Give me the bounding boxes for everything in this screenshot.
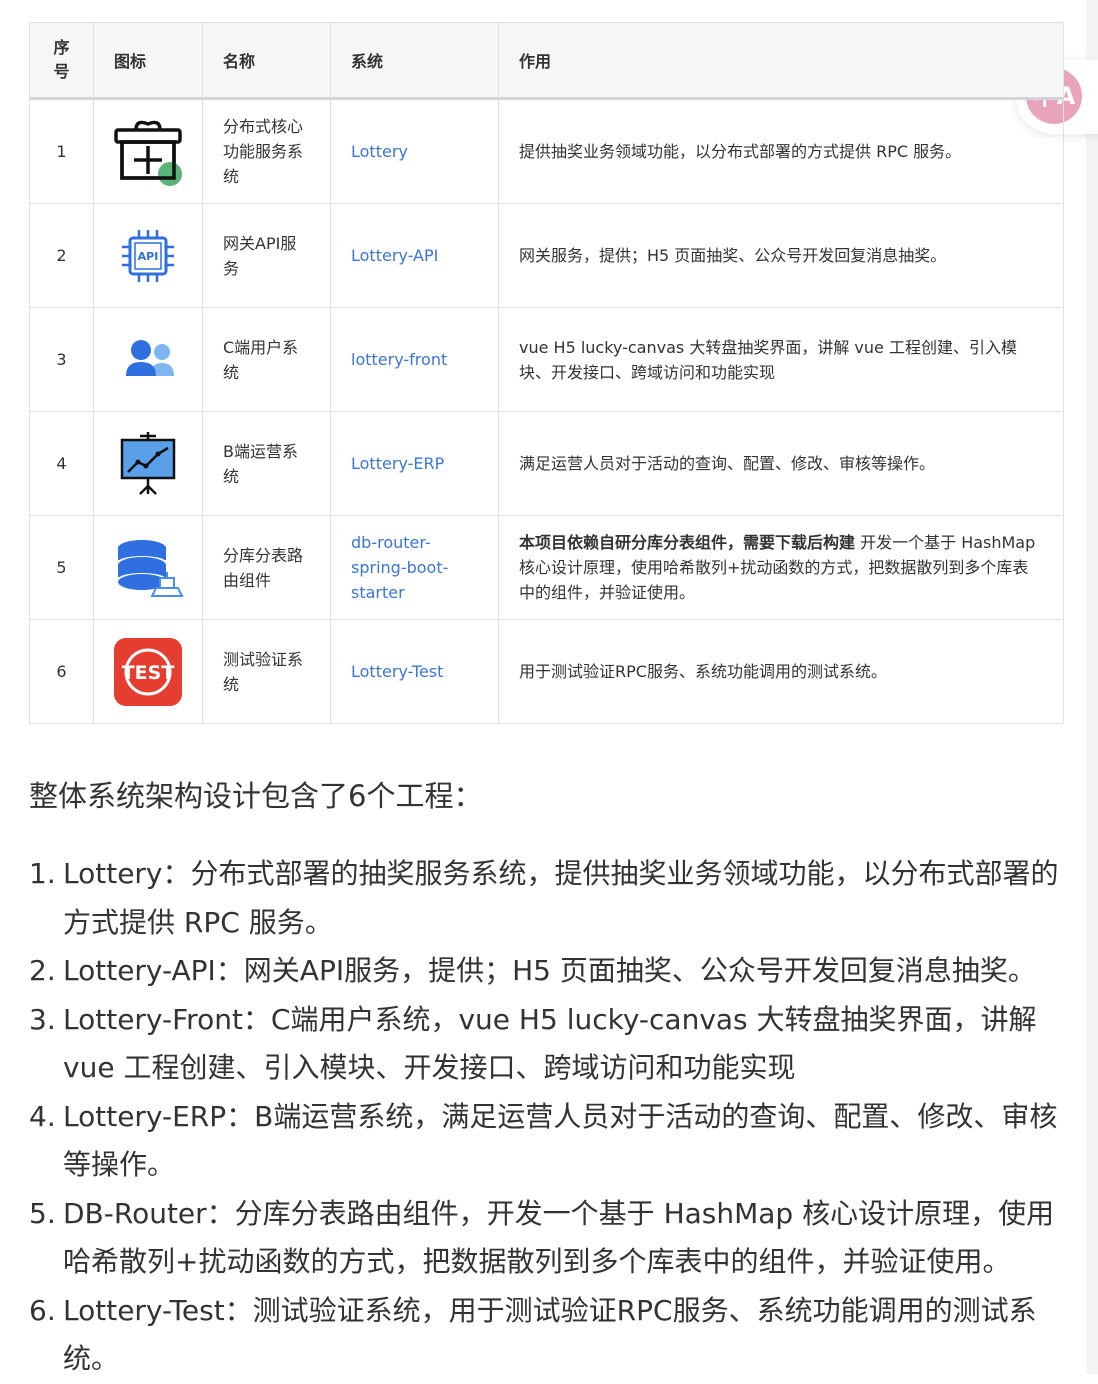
header-role: 作用 xyxy=(498,22,1064,100)
row-system-link[interactable]: Lottery-ERP xyxy=(330,411,499,516)
row-num: 3 xyxy=(29,307,94,412)
test-badge-icon: TEST xyxy=(114,637,182,706)
service-table: 序号 图标 名称 系统 作用 1 分布式核心功能服务系统 Lottery 提供抽… xyxy=(29,22,1064,724)
table-row: 6 TEST 测试验证系统 Lottery-Test 用于测试验证RPC服务、系… xyxy=(29,619,1064,724)
header-icon: 图标 xyxy=(93,22,203,100)
row-role: vue H5 lucky-canvas 大转盘抽奖界面，讲解 vue 工程创建、… xyxy=(498,307,1064,412)
test-badge-text: TEST xyxy=(122,662,175,684)
header-system: 系统 xyxy=(330,22,499,100)
api-chip-icon: API xyxy=(122,229,174,282)
row-name: 分库分表路由组件 xyxy=(202,515,331,620)
header-name: 名称 xyxy=(202,22,331,100)
header-num: 序号 xyxy=(29,22,94,100)
row-role: 本项目依赖自研分库分表组件，需要下载后构建 开发一个基于 HashMap 核心设… xyxy=(498,515,1064,620)
presentation-chart-icon xyxy=(120,431,176,495)
row-num: 6 xyxy=(29,619,94,724)
table-row: 3 C端用户系统 lottery-front vue H5 lucky-canv… xyxy=(29,307,1064,412)
page-edge xyxy=(1086,0,1098,1374)
row-system-link[interactable]: Lottery-API xyxy=(330,203,499,308)
intro-text: 整体系统架构设计包含了6个工程： xyxy=(29,779,483,813)
table-row: 2 API 网关API服务 Lottery-API 网关服务，提供；H5 页面抽… xyxy=(29,203,1064,308)
table-row: 1 分布式核心功能服务系统 Lottery 提供抽奖业务领域功能，以分布式部署的… xyxy=(29,98,1064,204)
row-role: 网关服务，提供；H5 页面抽奖、公众号开发回复消息抽奖。 xyxy=(498,203,1064,308)
row-num: 4 xyxy=(29,411,94,516)
list-item: 5. DB-Router：分库分表路由组件，开发一个基于 HashMap 核心设计… xyxy=(29,1196,1055,1279)
list-item: 4. Lottery-ERP：B端运营系统，满足运营人员对于活动的查询、配置、修改… xyxy=(29,1099,1058,1182)
table-row: 4 B端运营系统 Lottery-ERP 满足运营人员对于活动的查询、配置、修改… xyxy=(29,411,1064,516)
row-name: 网关API服务 xyxy=(202,203,331,308)
row-system-link[interactable]: Lottery xyxy=(330,98,499,204)
row-system-link[interactable]: db-router-spring-boot-starter xyxy=(330,515,499,620)
list-item: 6. Lottery-Test：测试验证系统，用于测试验证RPC服务、系统功能调用… xyxy=(29,1293,1037,1376)
database-icon xyxy=(118,539,184,597)
row-name: 分布式核心功能服务系统 xyxy=(202,98,331,204)
row-name: B端运营系统 xyxy=(202,411,331,516)
project-list: 1. Lottery：分布式部署的抽奖服务系统，提供抽奖业务领域功能，以分布式部署… xyxy=(29,850,1069,1384)
row-role: 满足运营人员对于活动的查询、配置、修改、审核等操作。 xyxy=(498,411,1064,516)
users-icon xyxy=(126,339,174,376)
row-name: 测试验证系统 xyxy=(202,619,331,724)
svg-text:API: API xyxy=(138,250,159,263)
row-num: 2 xyxy=(29,203,94,308)
row-num: 5 xyxy=(29,515,94,620)
table-row: 5 分库分表路由组件 db-router-spring-boot-starter xyxy=(29,515,1064,620)
row-system-link[interactable]: lottery-front xyxy=(330,307,499,412)
list-item: 2. Lottery-API：网关API服务，提供；H5 页面抽奖、公众号开发回复… xyxy=(29,954,1036,987)
row-name: C端用户系统 xyxy=(202,307,331,412)
gift-icon xyxy=(114,120,182,186)
role-bold-note: 本项目依赖自研分库分表组件，需要下载后构建 xyxy=(519,533,856,552)
list-item: 3. Lottery-Front：C端用户系统，vue H5 lucky-canv… xyxy=(29,1002,1037,1085)
row-num: 1 xyxy=(29,98,94,204)
row-role: 用于测试验证RPC服务、系统功能调用的测试系统。 xyxy=(498,619,1064,724)
table-header-row: 序号 图标 名称 系统 作用 xyxy=(29,22,1064,100)
row-system-link[interactable]: Lottery-Test xyxy=(330,619,499,724)
row-role: 提供抽奖业务领域功能，以分布式部署的方式提供 RPC 服务。 xyxy=(498,98,1064,204)
list-item: 1. Lottery：分布式部署的抽奖服务系统，提供抽奖业务领域功能，以分布式部署… xyxy=(29,857,1059,939)
